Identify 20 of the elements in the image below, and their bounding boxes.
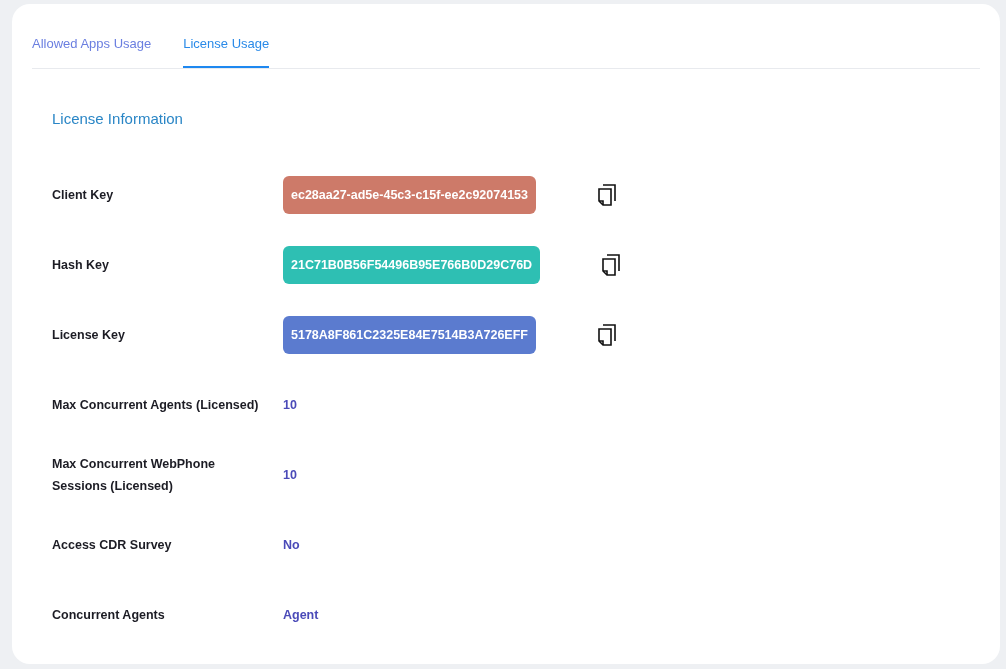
- field-value: Agent: [283, 606, 319, 624]
- field-value: 10: [283, 396, 297, 414]
- field-label: Client Key: [52, 187, 115, 204]
- field-value: No: [283, 536, 300, 554]
- field-label: Access CDR Survey: [52, 537, 173, 554]
- section-title: License Information: [52, 108, 184, 129]
- tab[interactable]: License Usage: [183, 34, 270, 68]
- tab[interactable]: Allowed Apps Usage: [32, 34, 152, 68]
- copy-icon[interactable]: [598, 184, 616, 206]
- key-value: ec28aa27-ad5e-45c3-c15f-ee2c92074153: [283, 175, 536, 215]
- field-label: Concurrent Agents: [52, 607, 166, 624]
- field-label: Max Concurrent Agents (Licensed): [52, 397, 260, 414]
- field-value: 10: [283, 466, 297, 484]
- copy-icon[interactable]: [598, 324, 616, 346]
- copy-icon[interactable]: [602, 254, 621, 276]
- field-label: Hash Key: [52, 257, 110, 274]
- field-label: Max Concurrent WebPhone Sessions (Licensed): [52, 456, 216, 495]
- field-label: License Key: [52, 327, 126, 344]
- key-value: 5178A8F861C2325E84E7514B3A726EFF: [283, 315, 536, 355]
- key-value: 21C71B0B56F54496B95E766B0D29C76D: [283, 245, 541, 285]
